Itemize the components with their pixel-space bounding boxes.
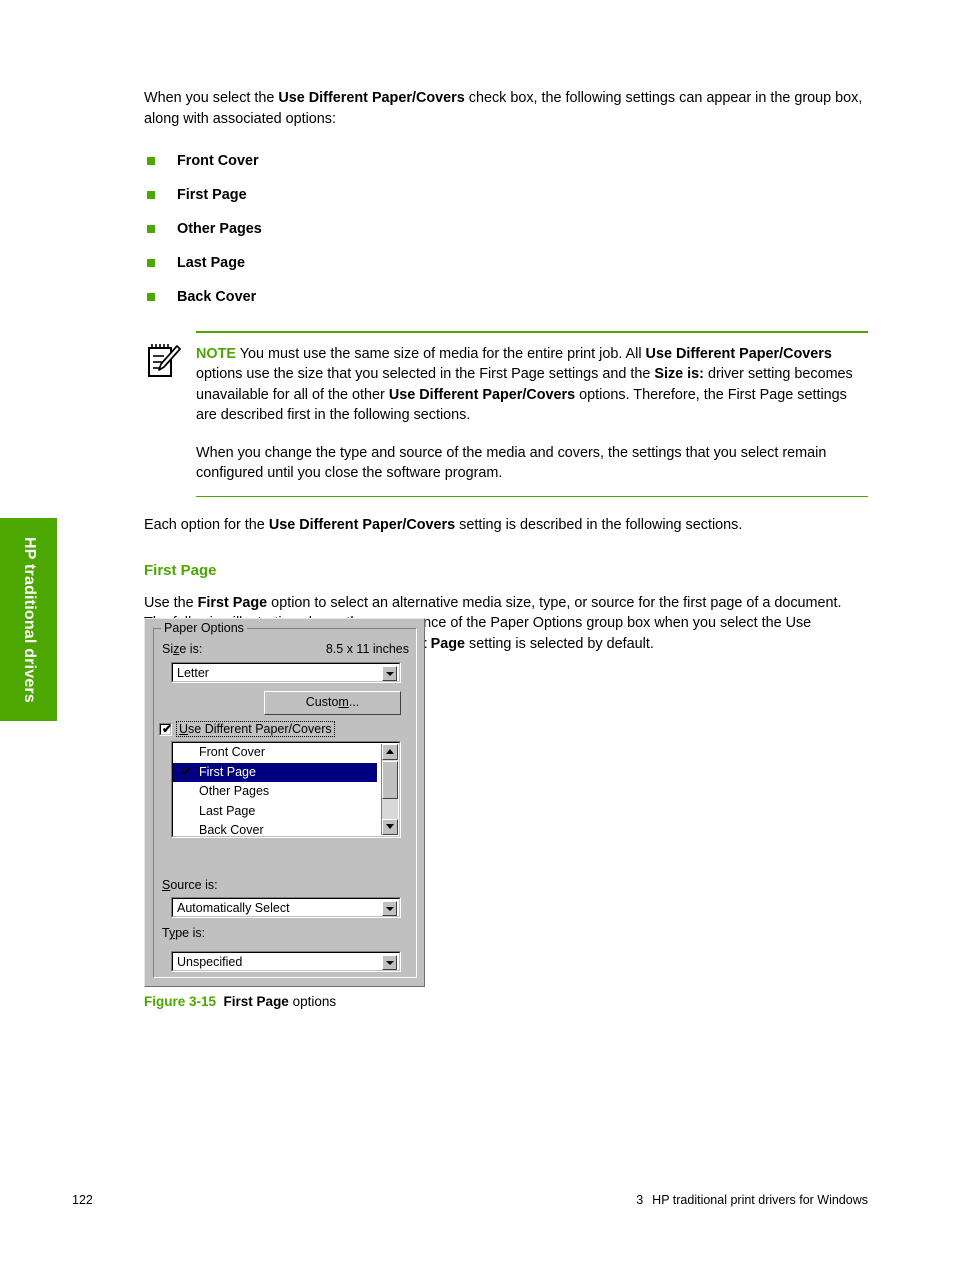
checkbox-label: Use Different Paper/Covers (176, 721, 335, 737)
intro-text-a: When you select the (144, 90, 279, 106)
figure-number: Figure 3-15 (144, 994, 217, 1009)
each-option-bold: Use Different Paper/Covers (268, 517, 456, 533)
footer-chapter-number: 3 (636, 1193, 644, 1207)
note-paragraph-2: When you change the type and source of t… (196, 444, 827, 482)
note-bold-c: Use Different Paper/Covers (388, 386, 576, 403)
list-item[interactable]: Back Cover (173, 821, 399, 837)
item-check-icon: ✔ (181, 764, 192, 779)
listbox-scrollbar[interactable] (381, 744, 398, 835)
scrollbar-thumb[interactable] (382, 761, 398, 799)
list-item: Other Pages (144, 219, 868, 239)
type-combo[interactable]: Unspecified (171, 951, 401, 972)
scroll-up-icon[interactable] (382, 744, 398, 760)
note-body: NOTE You must use the same size of media… (196, 333, 868, 496)
list-item-label: Other Pages (177, 221, 262, 237)
list-item-label: Other Pages (199, 784, 270, 798)
paper-options-groupbox: Paper Options Size is: 8.5 x 11 inches L… (153, 621, 417, 978)
paper-size-combo-value: Letter (177, 666, 209, 680)
note-text-a: You must use the same size of media for … (235, 345, 646, 362)
note-label: NOTE (196, 345, 236, 362)
footer-page-number: 122 (72, 1193, 93, 1207)
listbox-items[interactable]: Front Cover ✔ First Page Other Pages Last… (172, 742, 400, 837)
figure-title-bold: First Page (223, 994, 289, 1009)
use-different-paper-covers-checkbox[interactable]: ✔ Use Different Paper/Covers (159, 721, 335, 737)
figure-title-rest: options (288, 994, 337, 1009)
footer-chapter: 3 HP traditional print drivers for Window… (636, 1193, 868, 1207)
size-is-label: Size is: (162, 642, 203, 656)
size-is-value: 8.5 x 11 inches (325, 642, 409, 656)
square-bullet-icon (147, 191, 155, 199)
chevron-down-icon[interactable] (382, 666, 397, 681)
list-item-label: Last Page (177, 255, 245, 271)
paper-covers-listbox[interactable]: Front Cover ✔ First Page Other Pages Last… (171, 741, 401, 838)
type-is-label: Type is: (162, 926, 206, 940)
list-item: First Page (144, 185, 868, 205)
figure-caption: Figure 3-15 First Page options (144, 993, 336, 1011)
list-item-label: Back Cover (199, 823, 264, 837)
checkmark-icon: ✔ (162, 721, 173, 736)
source-is-label: Source is: (162, 878, 218, 892)
page-content: When you select the Use Different Paper/… (144, 88, 868, 654)
paper-options-dialog-screenshot: Paper Options Size is: 8.5 x 11 inches L… (144, 618, 425, 987)
list-item-label: Front Cover (199, 745, 265, 759)
note-bold-a: Use Different Paper/Covers (645, 345, 832, 362)
groupbox-title: Paper Options (161, 621, 247, 635)
type-combo-value: Unspecified (177, 955, 243, 969)
type-combo-field[interactable]: Unspecified (172, 952, 400, 971)
scroll-down-icon[interactable] (382, 819, 398, 835)
chevron-down-icon[interactable] (382, 955, 397, 970)
each-option-text-b: setting is described in the following se… (455, 517, 743, 533)
note-bottom-rule (196, 495, 868, 497)
source-combo-field[interactable]: Automatically Select (172, 898, 400, 917)
note-bold-b: Size is: (654, 366, 704, 382)
intro-paragraph: When you select the Use Different Paper/… (144, 88, 868, 129)
list-item-label: Last Page (199, 803, 256, 818)
square-bullet-icon (147, 293, 155, 301)
section-bold-a: First Page (197, 594, 268, 611)
list-item: Front Cover (144, 151, 868, 171)
footer-chapter-title: HP traditional print drivers for Windows (652, 1193, 868, 1207)
list-item-label: First Page (177, 187, 247, 203)
section-text-c: setting is selected by default. (465, 635, 654, 652)
note-text-b: options use the size that you selected i… (196, 366, 655, 382)
square-bullet-icon (147, 157, 155, 165)
each-option-paragraph: Each option for the Use Different Paper/… (144, 515, 868, 536)
note-block: NOTE You must use the same size of media… (144, 331, 868, 497)
list-item[interactable]: Other Pages (173, 782, 399, 802)
list-item-label: Front Cover (177, 153, 259, 169)
source-combo-value: Automatically Select (177, 901, 290, 915)
chevron-down-icon[interactable] (382, 901, 397, 916)
list-item-label: Back Cover (177, 289, 257, 305)
settings-bullet-list: Front Cover First Page Other Pages Last … (144, 151, 868, 307)
list-item[interactable]: Last Page (173, 802, 399, 822)
list-item-selected[interactable]: ✔ First Page (173, 762, 377, 782)
checkbox-box[interactable]: ✔ (159, 721, 173, 736)
list-item-label: First Page (199, 764, 256, 779)
chapter-thumb-tab-label: HP traditional drivers (20, 536, 38, 703)
square-bullet-icon (147, 225, 155, 233)
square-bullet-icon (147, 259, 155, 267)
paper-size-combo-field[interactable]: Letter (172, 663, 400, 682)
section-text-a: Use the (144, 594, 198, 611)
list-item: Back Cover (144, 287, 868, 307)
note-pencil-icon (147, 343, 181, 379)
intro-bold-a: Use Different Paper/Covers (278, 90, 465, 106)
chapter-thumb-tab: HP traditional drivers (0, 518, 57, 721)
paper-size-combo[interactable]: Letter (171, 662, 401, 683)
note-paragraph-1: NOTE You must use the same size of media… (196, 344, 868, 426)
each-option-text-a: Each option for the (144, 517, 269, 533)
list-item: Last Page (144, 253, 868, 273)
custom-button[interactable]: Custom... (264, 691, 401, 715)
section-heading-first-page: First Page (144, 561, 217, 579)
source-combo[interactable]: Automatically Select (171, 897, 401, 918)
list-item[interactable]: Front Cover (173, 743, 399, 763)
